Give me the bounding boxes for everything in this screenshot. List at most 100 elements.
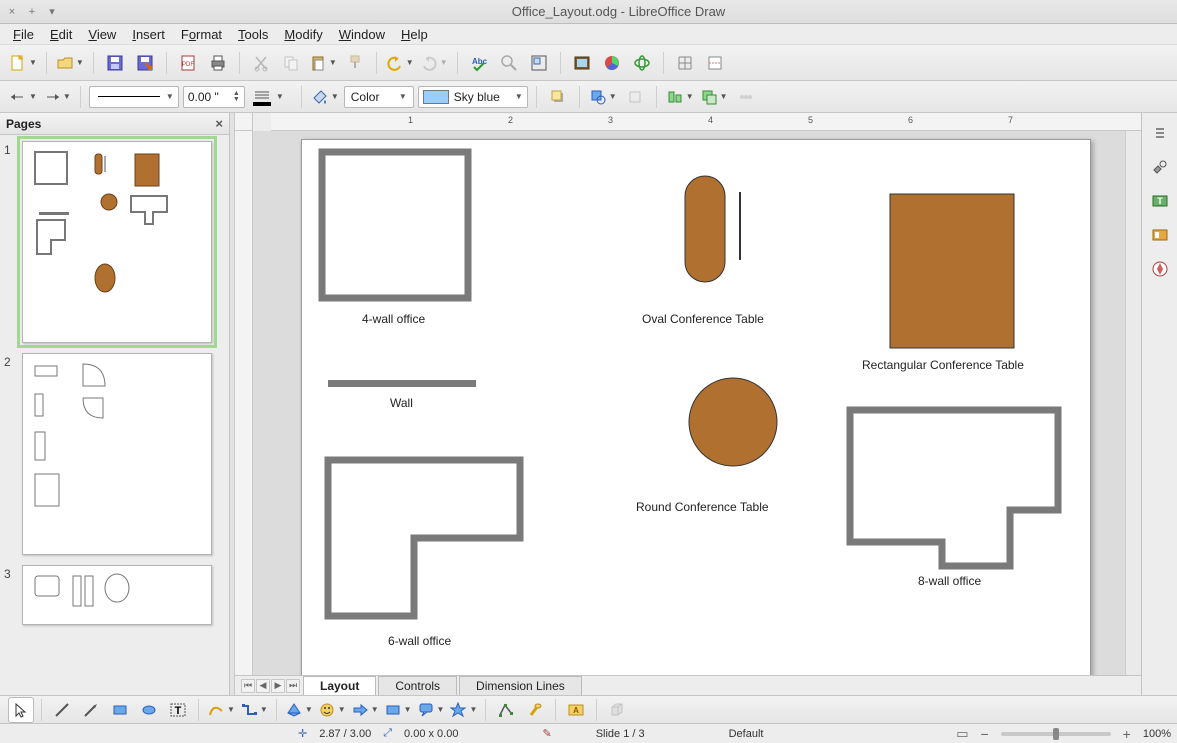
fill-color-dropdown[interactable]: Sky blue ▼ bbox=[418, 86, 528, 108]
menu-window[interactable]: Window bbox=[332, 25, 392, 44]
save-button[interactable] bbox=[102, 50, 128, 76]
star-shapes-button[interactable]: ▼ bbox=[448, 697, 478, 723]
window-title: Office_Layout.odg - LibreOffice Draw bbox=[66, 4, 1171, 19]
tab-dimension[interactable]: Dimension Lines bbox=[459, 676, 582, 695]
flowchart-shapes-button[interactable]: ▼ bbox=[383, 697, 413, 723]
undo-button[interactable]: ▼ bbox=[385, 50, 415, 76]
close-window-icon[interactable]: × bbox=[6, 6, 18, 18]
drawing-page[interactable]: 4-wall office Oval Conference Table Rect… bbox=[301, 139, 1091, 675]
arrow-style-end-button[interactable]: ▼ bbox=[42, 84, 72, 110]
fit-page-icon[interactable]: ▭ bbox=[956, 726, 968, 742]
menu-insert[interactable]: Insert bbox=[125, 25, 172, 44]
grid-button[interactable] bbox=[672, 50, 698, 76]
arrow-style-start-button[interactable]: ▼ bbox=[8, 84, 38, 110]
new-window-icon[interactable]: + bbox=[26, 6, 38, 18]
export-pdf-button[interactable]: PDF bbox=[175, 50, 201, 76]
layer-tabbar: ⏮ ◀ ▶ ⏭ Layout Controls Dimension Lines bbox=[235, 675, 1141, 695]
styles-icon[interactable]: T bbox=[1146, 187, 1174, 215]
properties-icon[interactable] bbox=[1146, 153, 1174, 181]
menu-format[interactable]: Format bbox=[174, 25, 229, 44]
svg-text:PDF: PDF bbox=[182, 62, 194, 68]
insert-chart-button[interactable] bbox=[599, 50, 625, 76]
maximize-window-icon[interactable]: ▾ bbox=[46, 6, 58, 18]
effects-button[interactable]: ▼ bbox=[588, 84, 618, 110]
menu-file[interactable]: File bbox=[6, 25, 41, 44]
block-arrows-button[interactable]: ▼ bbox=[350, 697, 380, 723]
page-thumb-3[interactable] bbox=[22, 565, 212, 625]
menu-help[interactable]: Help bbox=[394, 25, 435, 44]
zoom-out-icon[interactable]: − bbox=[980, 726, 988, 742]
tab-layout[interactable]: Layout bbox=[303, 676, 376, 695]
shadow-button[interactable] bbox=[545, 84, 571, 110]
symbol-shapes-button[interactable]: ▼ bbox=[317, 697, 347, 723]
status-signature-icon[interactable]: ✎ bbox=[542, 727, 551, 740]
save-as-button[interactable] bbox=[132, 50, 158, 76]
curve-tool-button[interactable]: ▼ bbox=[206, 697, 236, 723]
ruler-vertical[interactable] bbox=[235, 131, 253, 675]
pages-panel-body[interactable]: 1 2 bbox=[0, 135, 229, 695]
menu-view[interactable]: View bbox=[81, 25, 123, 44]
callout-shapes-button[interactable]: ▼ bbox=[416, 697, 446, 723]
print-button[interactable] bbox=[205, 50, 231, 76]
new-document-button[interactable]: ▼ bbox=[8, 50, 38, 76]
alignment-button[interactable]: ▼ bbox=[665, 84, 695, 110]
line-width-field[interactable]: 0.00 " ▲▼ bbox=[183, 86, 245, 108]
basic-shapes-button[interactable]: ▼ bbox=[284, 697, 314, 723]
sidebar-toggle-icon[interactable] bbox=[1146, 119, 1174, 147]
navigator-button[interactable] bbox=[526, 50, 552, 76]
extrusion-button[interactable] bbox=[604, 697, 630, 723]
line-tool-button[interactable] bbox=[49, 697, 75, 723]
rectangle-tool-button[interactable] bbox=[107, 697, 133, 723]
cut-button[interactable] bbox=[248, 50, 274, 76]
fontwork-button[interactable]: A bbox=[563, 697, 589, 723]
select-tool-button[interactable] bbox=[8, 697, 34, 723]
canvas-viewport[interactable]: 4-wall office Oval Conference Table Rect… bbox=[253, 131, 1125, 675]
area-fill-button[interactable]: ▼ bbox=[310, 84, 340, 110]
paste-button[interactable]: ▼ bbox=[308, 50, 338, 76]
insert-image-button[interactable] bbox=[569, 50, 595, 76]
ruler-horizontal[interactable]: 1 2 3 4 5 6 7 bbox=[271, 113, 1141, 131]
gallery-icon[interactable] bbox=[1146, 221, 1174, 249]
text-tool-button[interactable]: T bbox=[165, 697, 191, 723]
menu-modify[interactable]: Modify bbox=[277, 25, 329, 44]
tab-controls[interactable]: Controls bbox=[378, 676, 457, 695]
page-thumb-2[interactable] bbox=[22, 353, 212, 555]
zoom-button[interactable] bbox=[496, 50, 522, 76]
line-style-dropdown[interactable]: ▼ bbox=[89, 86, 179, 108]
redo-button[interactable]: ▼ bbox=[419, 50, 449, 76]
zoom-in-icon[interactable]: + bbox=[1123, 726, 1131, 742]
status-style[interactable]: Default bbox=[729, 728, 764, 740]
line-color-button[interactable]: ▼ bbox=[249, 86, 275, 108]
crop-button[interactable] bbox=[622, 84, 648, 110]
arrange-button[interactable]: ▼ bbox=[699, 84, 729, 110]
zoom-slider[interactable] bbox=[1001, 732, 1111, 736]
format-paintbrush-button[interactable] bbox=[342, 50, 368, 76]
menu-bar: File Edit View Insert Format Tools Modif… bbox=[0, 24, 1177, 45]
fill-mode-dropdown[interactable]: Color▼ bbox=[344, 86, 414, 108]
status-crosshair-icon: ✛ bbox=[298, 727, 307, 740]
copy-button[interactable] bbox=[278, 50, 304, 76]
menu-tools[interactable]: Tools bbox=[231, 25, 275, 44]
connector-tool-button[interactable]: ▼ bbox=[239, 697, 269, 723]
arrow-line-tool-button[interactable] bbox=[78, 697, 104, 723]
page-thumb-1[interactable] bbox=[22, 141, 212, 343]
ellipse-tool-button[interactable] bbox=[136, 697, 162, 723]
tab-nav-first[interactable]: ⏮ bbox=[241, 679, 255, 693]
scrollbar-vertical[interactable] bbox=[1125, 131, 1141, 675]
status-zoom[interactable]: 100% bbox=[1143, 728, 1171, 740]
tab-nav-prev[interactable]: ◀ bbox=[256, 679, 270, 693]
navigator-sidebar-icon[interactable] bbox=[1146, 255, 1174, 283]
window-titlebar: × + ▾ Office_Layout.odg - LibreOffice Dr… bbox=[0, 0, 1177, 24]
glue-points-button[interactable] bbox=[522, 697, 548, 723]
insert-hyperlink-button[interactable] bbox=[629, 50, 655, 76]
spellcheck-button[interactable]: Abc bbox=[466, 50, 492, 76]
tab-nav-next[interactable]: ▶ bbox=[271, 679, 285, 693]
open-button[interactable]: ▼ bbox=[55, 50, 85, 76]
menu-edit[interactable]: Edit bbox=[43, 25, 79, 44]
helplines-button[interactable] bbox=[702, 50, 728, 76]
edit-points-button[interactable] bbox=[493, 697, 519, 723]
tab-nav-last[interactable]: ⏭ bbox=[286, 679, 300, 693]
pages-panel-title: Pages bbox=[6, 117, 41, 131]
pages-panel-close-icon[interactable]: × bbox=[215, 116, 223, 131]
distribute-button[interactable] bbox=[733, 84, 759, 110]
